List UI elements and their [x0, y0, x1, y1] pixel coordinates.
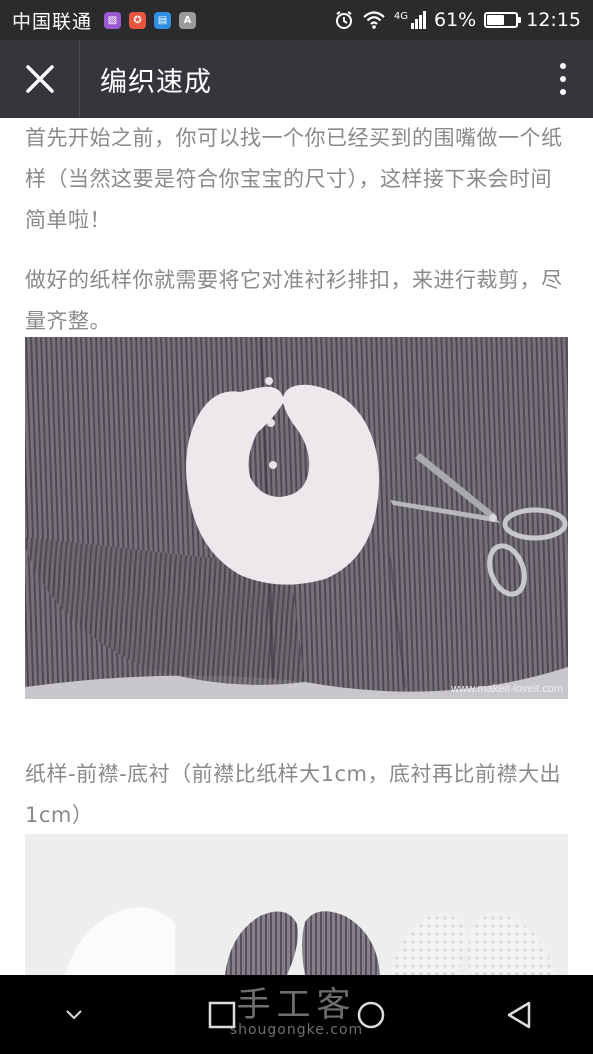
triangle-back-icon — [507, 1001, 531, 1028]
more-vertical-icon — [560, 63, 566, 95]
status-left: 中国联通 ▨ ✪ ▤ A — [12, 7, 197, 34]
wifi-icon — [363, 11, 385, 29]
more-options-button[interactable] — [533, 40, 593, 118]
home-button[interactable] — [326, 975, 416, 1054]
bib-pieces-image — [25, 834, 568, 975]
navigation-bar — [0, 975, 593, 1054]
bib-pieces-photo[interactable] — [25, 834, 568, 975]
circle-icon — [357, 1001, 384, 1028]
carrier-label: 中国联通 — [12, 10, 93, 33]
cell-signal-icon: 4G — [394, 11, 426, 29]
battery-level-fill — [487, 15, 505, 25]
chevron-down-icon — [66, 1009, 82, 1019]
photo-watermark: www.makeit-loveit.com — [450, 683, 563, 695]
gallery-app-icon: ▨ — [104, 11, 122, 29]
article-paragraph-1: 首先开始之前，你可以找一个你已经买到的围嘴做一个纸样（当然这要是符合你宝宝的尺寸… — [25, 126, 563, 232]
battery-percent-label: 61% — [434, 9, 477, 31]
hide-nav-button[interactable] — [29, 975, 119, 1054]
title-bar: 编织速成 — [0, 40, 593, 118]
recents-button[interactable] — [177, 975, 267, 1054]
clock-label: 12:15 — [526, 9, 581, 31]
close-button[interactable] — [0, 40, 80, 118]
shirt-pattern-image: www.makeit-loveit.com — [25, 337, 568, 699]
alarm-icon — [335, 11, 352, 29]
weibo-app-icon: ▤ — [154, 11, 172, 29]
shirt-pattern-photo[interactable]: www.makeit-loveit.com — [25, 337, 568, 699]
network-type-label: 4G — [393, 11, 408, 22]
back-button[interactable] — [474, 975, 564, 1054]
article-paragraph-2: 做好的纸样你就需要将它对准衬衫排扣，来进行裁剪，尽量齐整。 — [25, 268, 563, 333]
keyboard-app-icon: A — [179, 11, 197, 29]
security-app-icon: ✪ — [129, 11, 147, 29]
article-content[interactable]: 首先开始之前，你可以找一个你已经买到的围嘴做一个纸样（当然这要是符合你宝宝的尺寸… — [0, 118, 593, 975]
article-paragraph-3: 纸样-前襟-底衬（前襟比纸样大1cm，底衬再比前襟大出1cm） — [25, 762, 562, 827]
square-icon — [209, 1001, 236, 1028]
close-icon — [25, 65, 54, 93]
status-bar: 中国联通 ▨ ✪ ▤ A 4G 61% 12:15 — [0, 0, 593, 40]
battery-icon — [484, 12, 522, 28]
status-right: 4G 61% 12:15 — [334, 9, 581, 31]
page-title: 编织速成 — [100, 66, 212, 98]
